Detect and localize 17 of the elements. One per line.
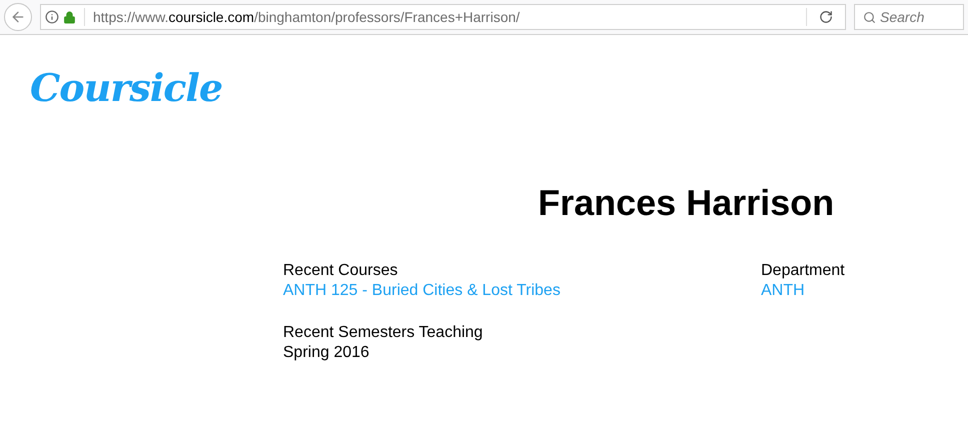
search-field[interactable]: Search [854,4,964,30]
url-text: https://www.coursicle.com/binghamton/professors/Frances+Harrison/ [93,8,520,27]
address-bar[interactable]: https://www.coursicle.com/binghamton/professors/Frances+Harrison/ [40,4,846,30]
back-button[interactable] [4,3,32,31]
section-label: Recent Courses [283,261,399,281]
info-icon [45,10,59,24]
lock-icon [63,10,76,24]
professor-name: Frances Harrison [538,185,836,221]
section-label: Recent Semesters Teaching [283,323,484,343]
search-icon [863,10,876,24]
section-label: Department [761,261,845,281]
department-link[interactable]: ANTH [761,281,845,301]
logo[interactable]: Coursicle [30,65,222,110]
course-link[interactable]: ANTH 125 - Buried Cities & Lost Tribes [283,281,761,301]
search-input[interactable]: Search [880,6,950,28]
semester-text: Spring 2016 [283,343,370,363]
reload-icon[interactable] [819,10,833,24]
